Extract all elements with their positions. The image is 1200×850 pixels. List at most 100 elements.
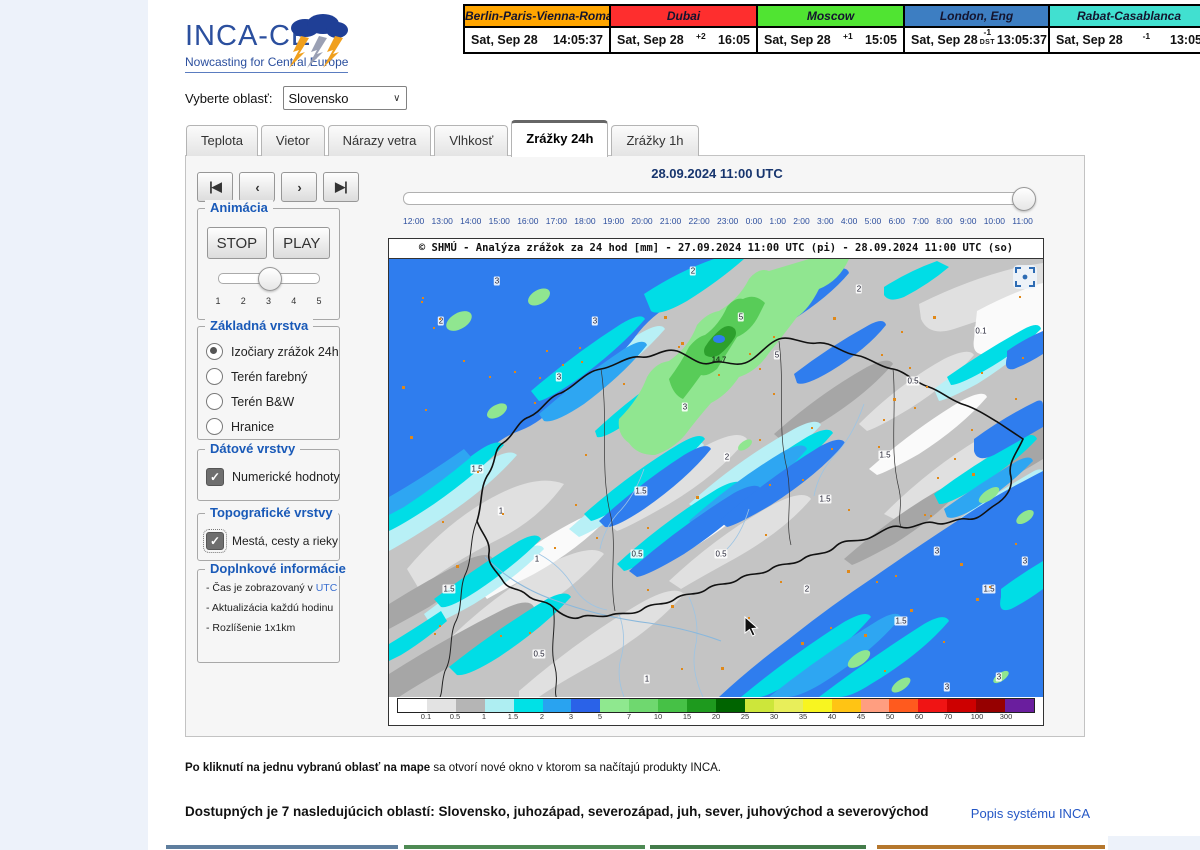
tab-vietor[interactable]: Vietor xyxy=(261,125,325,156)
topo-layers-legend: Topografické vrstvy xyxy=(205,505,338,520)
colorbar-cell xyxy=(485,699,514,712)
colorbar-label: 45 xyxy=(857,712,865,721)
topo-layers-fieldset: Topografické vrstvy Mestá, cesty a rieky xyxy=(197,513,340,561)
base-layer-option[interactable]: Terén farebný xyxy=(206,364,339,389)
tab-vlhkos-[interactable]: Vlhkosť xyxy=(434,125,508,156)
cities-roads-rivers-option[interactable]: Mestá, cesty a rieky xyxy=(206,528,339,553)
base-layer-options: Izočiary zrážok 24hTerén farebnýTerén B&… xyxy=(198,327,339,439)
station-value-dot xyxy=(696,496,699,499)
clock-city-name: Dubai xyxy=(611,6,756,28)
region-box-edge-3 xyxy=(650,845,866,849)
utc-link[interactable]: UTC xyxy=(316,582,338,594)
tab-zr-ky-24h[interactable]: Zrážky 24h xyxy=(511,120,608,157)
animation-speed-handle[interactable] xyxy=(258,267,282,291)
station-value-dot xyxy=(477,471,479,473)
tab-teplota[interactable]: Teplota xyxy=(186,125,258,156)
contour-label: 3 xyxy=(996,673,1002,682)
speed-label: 4 xyxy=(291,296,296,306)
timeline-tick: 6:00 xyxy=(888,216,905,226)
map-canvas[interactable]: 3231.5111.50.515321.50.50.521.531.5330.1… xyxy=(389,259,1043,697)
radio-unselected[interactable] xyxy=(206,368,223,385)
station-value-dot xyxy=(960,563,963,566)
tab-zr-ky-1h[interactable]: Zrážky 1h xyxy=(611,125,698,156)
info-line-update: - Aktualizácia každú hodinu xyxy=(206,602,333,614)
clock-offset: -1 xyxy=(1143,36,1151,45)
base-layer-option[interactable]: Terén B&W xyxy=(206,389,339,414)
timeline-tick: 15:00 xyxy=(489,216,510,226)
colorbar-label: 1.5 xyxy=(508,712,518,721)
base-layer-option[interactable]: Hranice xyxy=(206,414,339,439)
colorbar-label: 30 xyxy=(770,712,778,721)
info-legend: Doplnkové informácie xyxy=(205,561,351,576)
play-button[interactable]: PLAY xyxy=(273,227,330,259)
base-layer-option[interactable]: Izočiary zrážok 24h xyxy=(206,339,339,364)
clock-time: 14:05:37 xyxy=(553,33,603,47)
inca-description-link[interactable]: Popis systému INCA xyxy=(971,806,1090,821)
contour-label: 0.1 xyxy=(974,327,987,336)
contour-label: 3 xyxy=(682,403,688,412)
radio-selected[interactable] xyxy=(206,343,223,360)
colorbar-label: 300 xyxy=(1000,712,1013,721)
station-value-dot xyxy=(596,537,598,539)
station-value-dot xyxy=(926,386,928,388)
last-frame-button[interactable]: ▶| xyxy=(323,172,359,202)
station-value-dot xyxy=(893,398,896,401)
region-select-dropdown[interactable]: Slovensko ∨ xyxy=(283,86,407,110)
clock-date: Sat, Sep 28 xyxy=(617,33,684,47)
next-frame-button[interactable]: › xyxy=(281,172,317,202)
station-value-dot xyxy=(502,513,504,515)
checkbox-checked-focused[interactable] xyxy=(206,532,224,550)
speed-label: 1 xyxy=(216,296,221,306)
radio-unselected[interactable] xyxy=(206,418,223,435)
timeline-tick: 20:00 xyxy=(631,216,652,226)
colorbar-cell xyxy=(889,699,918,712)
contour-label: 1.5 xyxy=(818,495,831,504)
previous-frame-button[interactable]: ‹ xyxy=(239,172,275,202)
contour-label: 3 xyxy=(494,277,500,286)
clock-column-4: London, EngSat, Sep 28-1DST13:05:37 xyxy=(905,6,1050,52)
colorbar-label: 1 xyxy=(482,712,486,721)
colorbar-label: 50 xyxy=(886,712,894,721)
station-value-dot xyxy=(769,484,771,486)
stop-button[interactable]: STOP xyxy=(207,227,268,259)
usage-note: Po kliknutí na jednu vybranú oblasť na m… xyxy=(185,762,721,774)
station-value-dot xyxy=(410,436,413,439)
contour-label: 0.5 xyxy=(906,377,919,386)
animation-speed-slider[interactable] xyxy=(218,273,320,284)
station-value-dot xyxy=(539,377,541,379)
info-fieldset: Doplnkové informácie - Čas je zobrazovan… xyxy=(197,569,340,663)
contour-label: 2 xyxy=(724,453,730,462)
clock-date: Sat, Sep 28 xyxy=(1056,33,1123,47)
colorbar-cell xyxy=(543,699,572,712)
info-line-resolution: - Rozlíšenie 1x1km xyxy=(206,622,333,634)
world-clock: Berlin-Paris-Vienna-RomaSat, Sep 2814:05… xyxy=(463,4,1200,54)
clock-time: 16:05 xyxy=(718,33,750,47)
station-value-dot xyxy=(489,376,491,378)
clock-offset-value: -1 xyxy=(984,28,992,37)
colorbar-cell xyxy=(976,699,1005,712)
tab-n-razy-vetra[interactable]: Nárazy vetra xyxy=(328,125,432,156)
precipitation-map[interactable]: © SHMÚ - Analýza zrážok za 24 hod [mm] -… xyxy=(388,238,1044,726)
colorbar-cell xyxy=(514,699,543,712)
timeline-slider[interactable] xyxy=(403,192,1033,205)
colorbar-label: 5 xyxy=(598,712,602,721)
timeline-slider-handle[interactable] xyxy=(1012,187,1036,211)
contour-label: 3 xyxy=(1022,556,1028,565)
station-value-dot xyxy=(801,642,804,645)
colorbar-label: 25 xyxy=(741,712,749,721)
first-frame-button[interactable]: |◀ xyxy=(197,172,233,202)
colorbar-cell xyxy=(803,699,832,712)
checkbox-checked[interactable] xyxy=(206,468,224,486)
radio-unselected[interactable] xyxy=(206,393,223,410)
speed-label: 5 xyxy=(316,296,321,306)
timeline-tick: 8:00 xyxy=(936,216,953,226)
contour-label: 1.5 xyxy=(634,487,647,496)
station-value-dot xyxy=(681,668,683,670)
numeric-values-option[interactable]: Numerické hodnoty xyxy=(206,464,339,489)
data-layers-legend: Dátové vrstvy xyxy=(205,441,300,456)
clock-time-row: Sat, Sep 28+115:05 xyxy=(758,28,903,52)
region-box-edge-4 xyxy=(877,845,1105,849)
station-value-dot xyxy=(933,316,936,319)
station-value-dot xyxy=(971,429,973,431)
station-value-dot xyxy=(802,479,804,481)
